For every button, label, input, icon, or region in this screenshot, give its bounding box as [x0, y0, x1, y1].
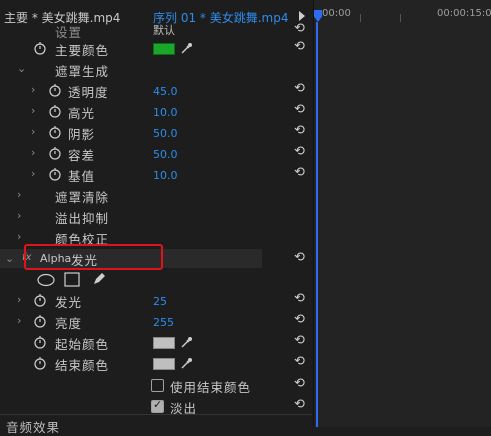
- eyedropper-icon[interactable]: [180, 41, 194, 55]
- setting-value[interactable]: 默认: [153, 22, 175, 38]
- stopwatch-icon[interactable]: [33, 293, 47, 307]
- main-color-row: 主要颜色 ⟲: [0, 38, 312, 59]
- stopwatch-icon[interactable]: [33, 335, 47, 349]
- chevron-right-icon[interactable]: ›: [17, 314, 21, 327]
- chevron-right-icon[interactable]: ›: [31, 167, 35, 180]
- main-color-label: 主要颜色: [55, 43, 110, 58]
- param-label: 基值: [68, 169, 96, 184]
- reset-icon[interactable]: ⟲: [294, 312, 305, 327]
- param-label: 亮度: [55, 316, 83, 331]
- chevron-right-icon[interactable]: ›: [31, 83, 35, 96]
- param-row: › 高光 10.0 ⟲: [0, 101, 312, 122]
- param-label: 阴影: [68, 127, 96, 142]
- chevron-right-icon[interactable]: ›: [31, 146, 35, 159]
- reset-icon[interactable]: ⟲: [294, 144, 305, 159]
- spill-suppression-group[interactable]: › 溢出抑制: [0, 206, 312, 227]
- reset-icon[interactable]: ⟲: [294, 397, 305, 412]
- pen-mask-icon[interactable]: [91, 271, 107, 287]
- end-color-swatch[interactable]: [153, 358, 175, 370]
- chevron-right-icon[interactable]: ›: [31, 104, 35, 117]
- section-divider: [0, 414, 312, 415]
- ruler-tick: [360, 14, 361, 22]
- param-row: › 阴影 50.0 ⟲: [0, 122, 312, 143]
- chevron-down-icon[interactable]: ⌄: [5, 252, 14, 265]
- timecode-end: 00:00:15:0: [437, 8, 491, 19]
- chevron-right-icon[interactable]: ›: [17, 293, 21, 306]
- param-label: 高光: [68, 106, 96, 121]
- stopwatch-icon[interactable]: [48, 125, 62, 139]
- end-color-label: 结束颜色: [55, 358, 110, 373]
- rectangle-mask-icon[interactable]: [64, 272, 80, 287]
- reset-icon[interactable]: ⟲: [294, 123, 305, 138]
- start-color-row: 起始颜色 ⟲: [0, 332, 312, 353]
- chevron-right-icon[interactable]: ›: [17, 209, 21, 222]
- matte-generation-group[interactable]: ⌄ 遮罩生成: [0, 59, 312, 80]
- stopwatch-icon[interactable]: [48, 83, 62, 97]
- reset-icon[interactable]: ⟲: [294, 291, 305, 306]
- use-end-color-label: 使用结束颜色: [170, 380, 252, 395]
- param-label: 透明度: [68, 85, 109, 100]
- chevron-right-icon[interactable]: ›: [31, 125, 35, 138]
- timeline-area[interactable]: [313, 0, 491, 427]
- playhead-line[interactable]: [316, 22, 318, 427]
- ruler-tick: [400, 14, 401, 22]
- param-label: 容差: [68, 148, 96, 163]
- highlight-box: [24, 244, 163, 270]
- param-value[interactable]: 45.0: [153, 85, 178, 98]
- reset-icon[interactable]: ⟲: [294, 165, 305, 180]
- ellipse-mask-icon[interactable]: [37, 273, 55, 287]
- param-row: › 发光 25 ⟲: [0, 290, 312, 311]
- param-row: › 容差 50.0 ⟲: [0, 143, 312, 164]
- stopwatch-icon[interactable]: [33, 314, 47, 328]
- use-end-color-checkbox[interactable]: [151, 379, 164, 392]
- eyedropper-icon[interactable]: [180, 356, 194, 370]
- param-row: › 基值 10.0 ⟲: [0, 164, 312, 185]
- chevron-right-icon[interactable]: ›: [17, 230, 21, 243]
- param-row: › 透明度 45.0 ⟲: [0, 80, 312, 101]
- param-value[interactable]: 50.0: [153, 127, 178, 140]
- start-color-swatch[interactable]: [153, 337, 175, 349]
- main-color-swatch[interactable]: [153, 43, 175, 55]
- param-value[interactable]: 10.0: [153, 169, 178, 182]
- eyedropper-icon[interactable]: [180, 335, 194, 349]
- group-label: 遮罩清除: [55, 190, 110, 205]
- timecode-start: 00:00: [322, 8, 351, 19]
- reset-icon[interactable]: ⟲: [294, 354, 305, 369]
- param-value[interactable]: 10.0: [153, 106, 178, 119]
- param-row: › 亮度 255 ⟲: [0, 311, 312, 332]
- reset-icon[interactable]: ⟲: [294, 21, 305, 36]
- reset-icon[interactable]: ⟲: [294, 81, 305, 96]
- stopwatch-icon[interactable]: [48, 104, 62, 118]
- param-value[interactable]: 25: [153, 295, 167, 308]
- fade-out-checkbox[interactable]: [151, 398, 164, 413]
- stopwatch-icon[interactable]: [33, 356, 47, 370]
- param-value[interactable]: 255: [153, 316, 174, 329]
- reset-icon[interactable]: ⟲: [294, 102, 305, 117]
- stopwatch-icon[interactable]: [33, 41, 47, 55]
- end-color-row: 结束颜色 ⟲: [0, 353, 312, 374]
- reset-icon[interactable]: ⟲: [294, 333, 305, 348]
- reset-icon[interactable]: ⟲: [294, 39, 305, 54]
- start-color-label: 起始颜色: [55, 337, 110, 352]
- param-value[interactable]: 50.0: [153, 148, 178, 161]
- reset-icon[interactable]: ⟲: [294, 376, 305, 391]
- group-label: 溢出抑制: [55, 211, 110, 226]
- use-end-color-row: 使用结束颜色 ⟲: [0, 375, 312, 396]
- param-label: 发光: [55, 295, 83, 310]
- group-label: 遮罩生成: [55, 64, 110, 79]
- matte-cleanup-group[interactable]: › 遮罩清除: [0, 185, 312, 206]
- reset-icon[interactable]: ⟲: [294, 250, 305, 265]
- stopwatch-icon[interactable]: [48, 167, 62, 181]
- chevron-down-icon[interactable]: ⌄: [17, 62, 26, 75]
- stopwatch-icon[interactable]: [48, 146, 62, 160]
- chevron-right-icon[interactable]: ›: [17, 188, 21, 201]
